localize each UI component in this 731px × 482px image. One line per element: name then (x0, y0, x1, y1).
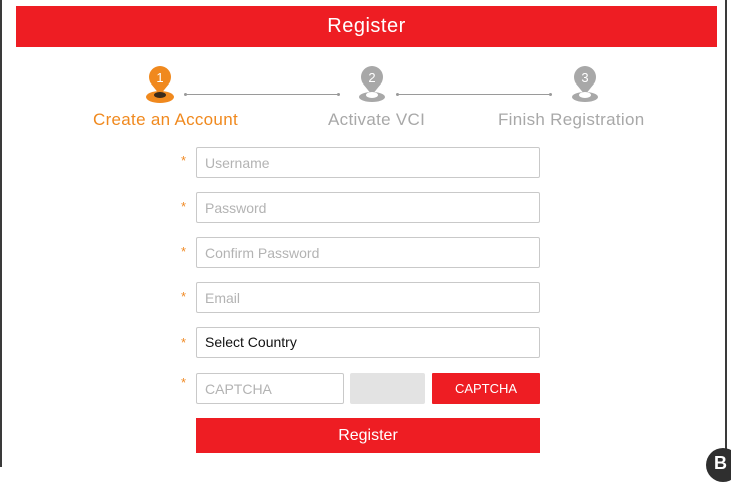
required-mark: * (181, 153, 187, 168)
step-2-marker-icon: 2 (359, 66, 385, 102)
required-mark: * (181, 335, 187, 350)
username-input[interactable] (196, 147, 540, 178)
captcha-image[interactable] (350, 373, 425, 404)
email-input[interactable] (196, 282, 540, 313)
step-1-label: Create an Account (93, 110, 238, 129)
connector-dot (184, 93, 187, 96)
step-3-label: Finish Registration (498, 110, 645, 129)
step-2-label: Activate VCI (328, 110, 426, 129)
required-mark: * (181, 244, 187, 259)
step-2-number: 2 (368, 70, 375, 85)
step-connector-1 (185, 94, 338, 95)
connector-dot (549, 93, 552, 96)
connector-dot (337, 93, 340, 96)
password-input[interactable] (196, 192, 540, 223)
page-title: Register (16, 6, 717, 47)
confirm-password-input[interactable] (196, 237, 540, 268)
get-captcha-button[interactable]: CAPTCHA (432, 373, 540, 404)
step-1-number: 1 (156, 70, 163, 85)
connector-dot (396, 93, 399, 96)
required-mark: * (181, 375, 187, 390)
register-button[interactable]: Register (196, 418, 540, 453)
required-mark: * (181, 289, 187, 304)
step-1-marker-icon: 1 (146, 66, 174, 103)
step-connector-2 (397, 94, 550, 95)
required-mark: * (181, 199, 187, 214)
captcha-input[interactable] (196, 373, 344, 404)
country-select[interactable]: Select Country (196, 327, 540, 358)
step-3-number: 3 (581, 70, 588, 85)
corner-badge: B (706, 448, 731, 482)
step-3-marker-icon: 3 (572, 66, 598, 102)
country-select-value: Select Country (205, 334, 297, 350)
